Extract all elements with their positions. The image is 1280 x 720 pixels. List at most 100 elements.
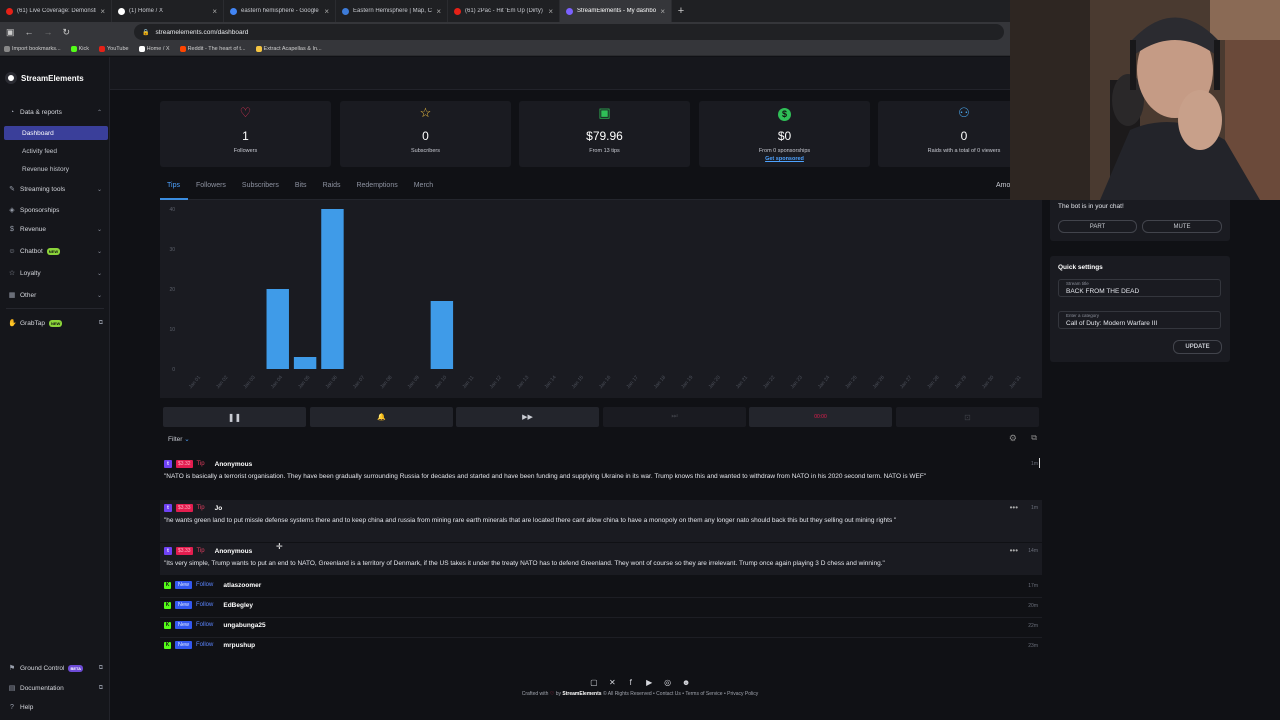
event-username: Anonymous (214, 460, 253, 468)
tab-subscribers[interactable]: Subscribers (234, 178, 287, 200)
footer-links[interactable]: © All Rights Reserved • Contact Us • Ter… (603, 691, 758, 697)
close-icon[interactable]: × (100, 7, 105, 16)
more-icon[interactable]: ••• (1010, 546, 1018, 555)
bookmark-item[interactable]: Import bookmarks... (4, 45, 61, 52)
chart-bar[interactable] (266, 289, 289, 369)
youtube-icon[interactable]: ▶ (642, 678, 656, 687)
address-bar[interactable]: 🔒 streamelements.com/dashboard (134, 24, 1004, 40)
update-button[interactable]: UPDATE (1173, 340, 1222, 354)
new-badge: NEW (46, 247, 61, 255)
stat-label: Subscribers (410, 148, 441, 154)
sidebar-item-loyalty[interactable]: ☆ Loyalty ⌄ (0, 265, 110, 281)
close-icon[interactable]: × (212, 7, 217, 16)
sidebar-item-revenue[interactable]: $ Revenue ⌄ (0, 221, 110, 237)
back-icon[interactable]: ← (25, 27, 34, 37)
event-type: Follow (196, 622, 214, 628)
close-icon[interactable]: × (548, 7, 553, 16)
sidebar-item-help[interactable]: ? Help (0, 699, 110, 715)
activity-event[interactable]: t $3.33 Tip Jo "he wants green land to put … (160, 500, 1042, 542)
reload-icon[interactable]: ↻ (63, 27, 71, 38)
top-bar (110, 57, 1010, 90)
close-icon[interactable]: × (436, 7, 441, 16)
chart-bar[interactable] (321, 209, 344, 369)
pause-button[interactable]: ❚❚ (163, 407, 306, 427)
bookmark-item[interactable]: Kick (70, 45, 89, 52)
part-button[interactable]: PART (1058, 220, 1137, 233)
sidebar-item-documentation[interactable]: ▤ Documentation ⧉ (0, 680, 110, 696)
bookmark-item[interactable]: Home / X (138, 45, 170, 52)
brand-logo[interactable]: StreamElements (5, 72, 84, 84)
popout-button[interactable]: ⊡ (896, 407, 1039, 427)
bookmark-item[interactable]: Extract Acapellas & In... (255, 45, 322, 52)
y-tick-label: 0 (172, 367, 175, 373)
activity-event[interactable]: t $3.32 Tip Anonymous "NATO is basically a … (160, 456, 1042, 498)
activity-event[interactable]: K New Follow ungabunga25 22m (160, 618, 1042, 638)
x-icon[interactable]: ✕ (605, 678, 619, 687)
stat-label: Raids with a total of 0 viewers (927, 148, 1001, 154)
new-tab-button[interactable]: + (672, 5, 690, 17)
gear-icon[interactable]: ⚙ (1009, 433, 1017, 444)
browser-tab[interactable]: (1) Home / X × (112, 0, 224, 22)
browser-tab[interactable]: StreamElements - My dashboar × (560, 0, 672, 22)
sidebar-toggle-icon[interactable]: ▣ (6, 27, 15, 38)
sidebar-item-chatbot[interactable]: ☺ Chatbot NEW ⌄ (0, 243, 110, 259)
x-tick-label: Jan 18 (653, 375, 667, 391)
sidebar-item-grabtap[interactable]: ✋ GrabTap NEW ⧉ (0, 315, 110, 331)
sidebar-item-ground-control[interactable]: ⚑ Ground Control BETA ⧉ (0, 660, 110, 676)
tab-tips[interactable]: Tips (160, 178, 188, 200)
tab-followers[interactable]: Followers (188, 178, 234, 200)
tab-raids[interactable]: Raids (315, 178, 349, 200)
mute-button[interactable]: MUTE (1142, 220, 1222, 233)
close-icon[interactable]: × (324, 7, 329, 16)
activity-event[interactable]: K New Follow mrpushup 23m (160, 638, 1042, 650)
sidebar-item-data-reports[interactable]: ◔ Data & reports ⌃ (0, 104, 110, 120)
x-tick-label: Jan 25 (844, 375, 858, 391)
close-icon[interactable]: × (660, 7, 665, 16)
forward-icon[interactable]: → (44, 27, 53, 37)
browser-tab-bar: (61) Live Coverage: Demonstrati × (1) Home… (0, 0, 1010, 22)
y-tick-label: 10 (169, 327, 175, 333)
next-button[interactable]: ⏭ (603, 407, 746, 427)
tab-title: Eastern Hemisphere | Map, Cor (353, 8, 433, 14)
bookmark-item[interactable]: Reddit - The heart of t... (179, 45, 246, 52)
timer-display[interactable]: 00:00 (749, 407, 892, 427)
sidebar-item-activity-feed[interactable]: Activity feed (0, 144, 108, 158)
streamelements-logo-icon (5, 72, 17, 84)
more-icon[interactable]: ••• (1010, 503, 1018, 512)
external-link-icon[interactable]: ⧉ (1031, 433, 1037, 443)
activity-event[interactable]: K New Follow atlaszoomer 17m (160, 578, 1042, 598)
twitch-icon[interactable]: ▢ (587, 678, 601, 687)
instagram-icon[interactable]: ◎ (661, 678, 675, 687)
tip-message: "he wants green land to put missle defen… (164, 517, 897, 524)
get-sponsored-link[interactable]: Get sponsored (699, 156, 870, 162)
sidebar-item-dashboard[interactable]: Dashboard (4, 126, 108, 140)
facebook-icon[interactable]: f (624, 678, 638, 687)
skip-button[interactable]: ▶▶ (456, 407, 599, 427)
bookmark-item[interactable]: YouTube (99, 45, 129, 52)
activity-event[interactable]: K New Follow EdBegley 20m (160, 598, 1042, 618)
x-tick-label: Jan 23 (790, 375, 804, 391)
chevron-down-icon: ⌄ (96, 270, 102, 277)
browser-tab[interactable]: (61) Live Coverage: Demonstrati × (0, 0, 112, 22)
tab-redemptions[interactable]: Redemptions (348, 178, 405, 200)
sidebar-item-other[interactable]: ▦ Other ⌄ (0, 287, 110, 303)
activity-controls: ❚❚ 🔔 ▶▶ ⏭ 00:00 ⊡ (163, 407, 1042, 427)
browser-tab[interactable]: Eastern Hemisphere | Map, Cor × (336, 0, 448, 22)
bell-icon[interactable]: 🔔 (310, 407, 453, 427)
activity-event[interactable]: t $3.33 Tip Anonymous "Its very simple, Tru… (160, 543, 1042, 575)
filter-dropdown[interactable]: Filter ⌄ (168, 435, 190, 443)
chart-bar[interactable] (430, 301, 454, 369)
sidebar-item-revenue-history[interactable]: Revenue history (0, 162, 108, 176)
kick-icon: K (164, 601, 171, 609)
discord-icon[interactable]: ☻ (679, 678, 693, 687)
sidebar-item-sponsorships[interactable]: ◈ Sponsorships (0, 202, 110, 218)
stream-title-field[interactable]: Stream title BACK FROM THE DEAD (1058, 279, 1221, 297)
tab-merch[interactable]: Merch (406, 178, 441, 200)
browser-tab[interactable]: (61) 2Pac - Hit 'Em Up (Dirty) (V × (448, 0, 560, 22)
chart-bar[interactable] (293, 357, 317, 369)
sidebar-item-streaming-tools[interactable]: ✎ Streaming tools ⌄ (0, 181, 110, 197)
category-field[interactable]: Enter a category Call of Duty: Modern Wa… (1058, 311, 1221, 329)
event-username: EdBegley (223, 601, 253, 609)
tab-bits[interactable]: Bits (287, 178, 315, 200)
browser-tab[interactable]: eastern hemisphere - Google S × (224, 0, 336, 22)
